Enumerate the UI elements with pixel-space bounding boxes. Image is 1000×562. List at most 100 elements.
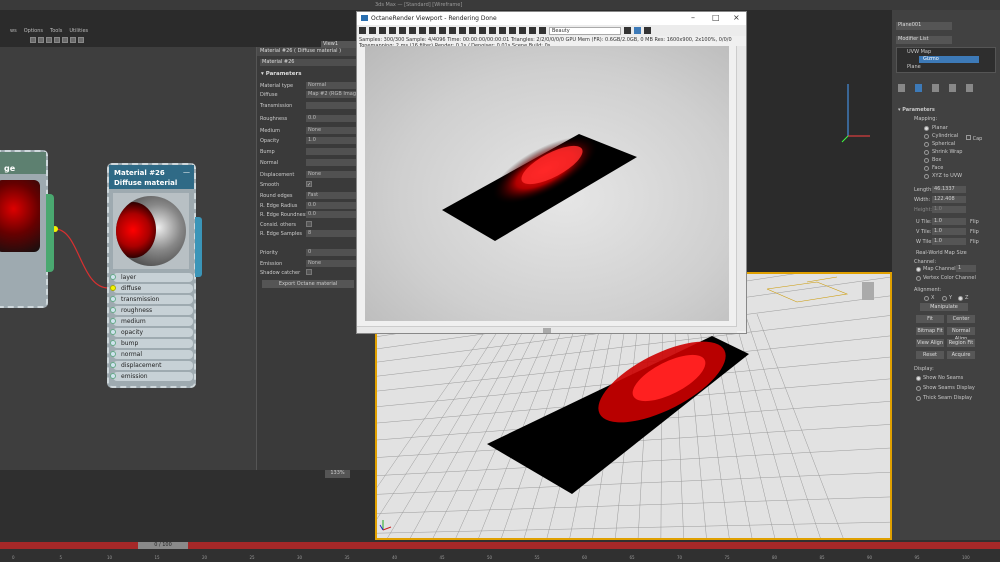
- remove-modifier-icon[interactable]: [949, 84, 956, 92]
- align-x-radio[interactable]: [924, 296, 929, 301]
- view-align-button[interactable]: View Align: [916, 339, 944, 347]
- flag-icon[interactable]: [519, 27, 526, 34]
- stop-icon[interactable]: [409, 27, 416, 34]
- reset-icon[interactable]: [419, 27, 426, 34]
- fit-button[interactable]: Fit: [916, 315, 944, 323]
- fit-icon[interactable]: [479, 27, 486, 34]
- lock-icon[interactable]: [369, 27, 376, 34]
- param-value[interactable]: 1.0: [306, 137, 360, 144]
- modifier-list-dropdown[interactable]: Modifier List: [896, 36, 952, 44]
- param-value[interactable]: 8: [306, 230, 360, 237]
- output-port[interactable]: [195, 217, 202, 277]
- zoom-icon[interactable]: [469, 27, 476, 34]
- close-icon[interactable]: ×: [733, 13, 740, 22]
- port-icon[interactable]: [110, 362, 116, 368]
- u-flip-checkbox[interactable]: Flip: [970, 219, 979, 225]
- port-icon[interactable]: [110, 318, 116, 324]
- pin-transmission[interactable]: transmission: [110, 295, 193, 304]
- mapping-radio[interactable]: [924, 166, 929, 171]
- port-icon[interactable]: [110, 307, 116, 313]
- vertical-scrollbar[interactable]: [736, 46, 746, 331]
- w-flip-checkbox[interactable]: Flip: [970, 239, 979, 245]
- stack-item[interactable]: Plane: [907, 64, 921, 70]
- bitmap-fit-button[interactable]: Bitmap Fit: [916, 327, 944, 335]
- port-icon[interactable]: [110, 296, 116, 302]
- param-value[interactable]: None: [306, 171, 360, 178]
- save-icon[interactable]: [429, 27, 436, 34]
- dropdown-icon[interactable]: [624, 27, 631, 34]
- v-tile-spinner[interactable]: 1.0: [932, 228, 966, 235]
- param-value[interactable]: ✓: [306, 181, 312, 188]
- minimize-icon[interactable]: —: [183, 168, 190, 176]
- port-icon[interactable]: [110, 274, 116, 280]
- configure-sets-icon[interactable]: [966, 84, 973, 92]
- w-tile-spinner[interactable]: 1.0: [932, 238, 966, 245]
- pin-medium[interactable]: medium: [110, 317, 193, 326]
- pin-opacity[interactable]: opacity: [110, 328, 193, 337]
- mapping-radio[interactable]: [924, 142, 929, 147]
- u-tile-spinner[interactable]: 1.0: [932, 218, 966, 225]
- port-icon[interactable]: [110, 329, 116, 335]
- mapping-radio[interactable]: [924, 134, 929, 139]
- display-radio[interactable]: [916, 376, 921, 381]
- param-value[interactable]: 0.0: [306, 202, 360, 209]
- param-value[interactable]: [306, 148, 360, 155]
- grid-icon[interactable]: [489, 27, 496, 34]
- vertex-color-radio[interactable]: [916, 276, 921, 281]
- minimize-icon[interactable]: –: [691, 13, 695, 22]
- pin-diffuse[interactable]: diffuse: [110, 284, 193, 293]
- view-selector[interactable]: View1: [321, 41, 361, 48]
- param-value[interactable]: Normal: [306, 82, 360, 89]
- width-spinner[interactable]: 122.408: [932, 196, 966, 203]
- pin-emission[interactable]: emission: [110, 372, 193, 381]
- mapping-radio[interactable]: [924, 158, 929, 163]
- show-end-result-icon[interactable]: [915, 84, 922, 92]
- render-pass-select[interactable]: Beauty: [549, 26, 621, 35]
- cap-checkbox[interactable]: Cap: [966, 135, 982, 142]
- param-value[interactable]: None: [306, 127, 360, 134]
- bake-icon[interactable]: [539, 27, 546, 34]
- pin-bump[interactable]: bump: [110, 339, 193, 348]
- param-value[interactable]: 0.0: [306, 115, 360, 122]
- param-value[interactable]: 0.0: [306, 211, 360, 218]
- timeline[interactable]: 0 / 100 0 5 10 15 20 25 30 35 40 45 50 55 60 65 70 75 80…: [0, 540, 1000, 562]
- transform-gizmo[interactable]: [820, 60, 880, 150]
- height-spinner[interactable]: 1.0: [932, 206, 966, 213]
- maximize-icon[interactable]: □: [712, 13, 720, 22]
- mapping-radio[interactable]: [924, 150, 929, 155]
- pick-icon[interactable]: [449, 27, 456, 34]
- center-button[interactable]: Center: [947, 315, 975, 323]
- pin-displacement[interactable]: displacement: [110, 361, 193, 370]
- region-fit-button[interactable]: Region Fit: [947, 339, 975, 347]
- real-world-checkbox[interactable]: Real-World Map Size: [916, 250, 967, 256]
- port-icon[interactable]: [110, 285, 116, 291]
- time-slider-thumb[interactable]: 0 / 100: [138, 542, 188, 549]
- param-value[interactable]: [306, 221, 312, 227]
- reset-button[interactable]: Reset: [916, 351, 944, 359]
- focus-icon[interactable]: [459, 27, 466, 34]
- stack-item-selected[interactable]: Gizmo: [923, 56, 939, 62]
- pin-icon[interactable]: [634, 27, 641, 34]
- param-value[interactable]: [306, 159, 360, 166]
- param-value[interactable]: None: [306, 260, 360, 267]
- region-icon[interactable]: [379, 27, 386, 34]
- pin-roughness[interactable]: roughness: [110, 306, 193, 315]
- port-icon[interactable]: [110, 340, 116, 346]
- window-title-bar[interactable]: OctaneRender Viewport - Rendering Done –…: [357, 12, 746, 25]
- light-icon[interactable]: [529, 27, 536, 34]
- scroll-thumb[interactable]: [543, 328, 551, 333]
- expand-icon[interactable]: [644, 27, 651, 34]
- align-y-radio[interactable]: [942, 296, 947, 301]
- map-channel-spinner[interactable]: 1: [956, 265, 976, 272]
- pin-layer[interactable]: layer: [110, 273, 193, 282]
- port-icon[interactable]: [110, 351, 116, 357]
- pin-stack-icon[interactable]: [898, 84, 905, 92]
- acquire-button[interactable]: Acquire: [947, 351, 975, 359]
- display-radio[interactable]: [916, 386, 921, 391]
- length-spinner[interactable]: 46.1337: [932, 186, 966, 193]
- material-name-field[interactable]: Material #26: [260, 59, 356, 66]
- camera-icon[interactable]: [359, 27, 366, 34]
- mapping-radio[interactable]: [924, 174, 929, 179]
- v-flip-checkbox[interactable]: Flip: [970, 229, 979, 235]
- settings-icon[interactable]: [439, 27, 446, 34]
